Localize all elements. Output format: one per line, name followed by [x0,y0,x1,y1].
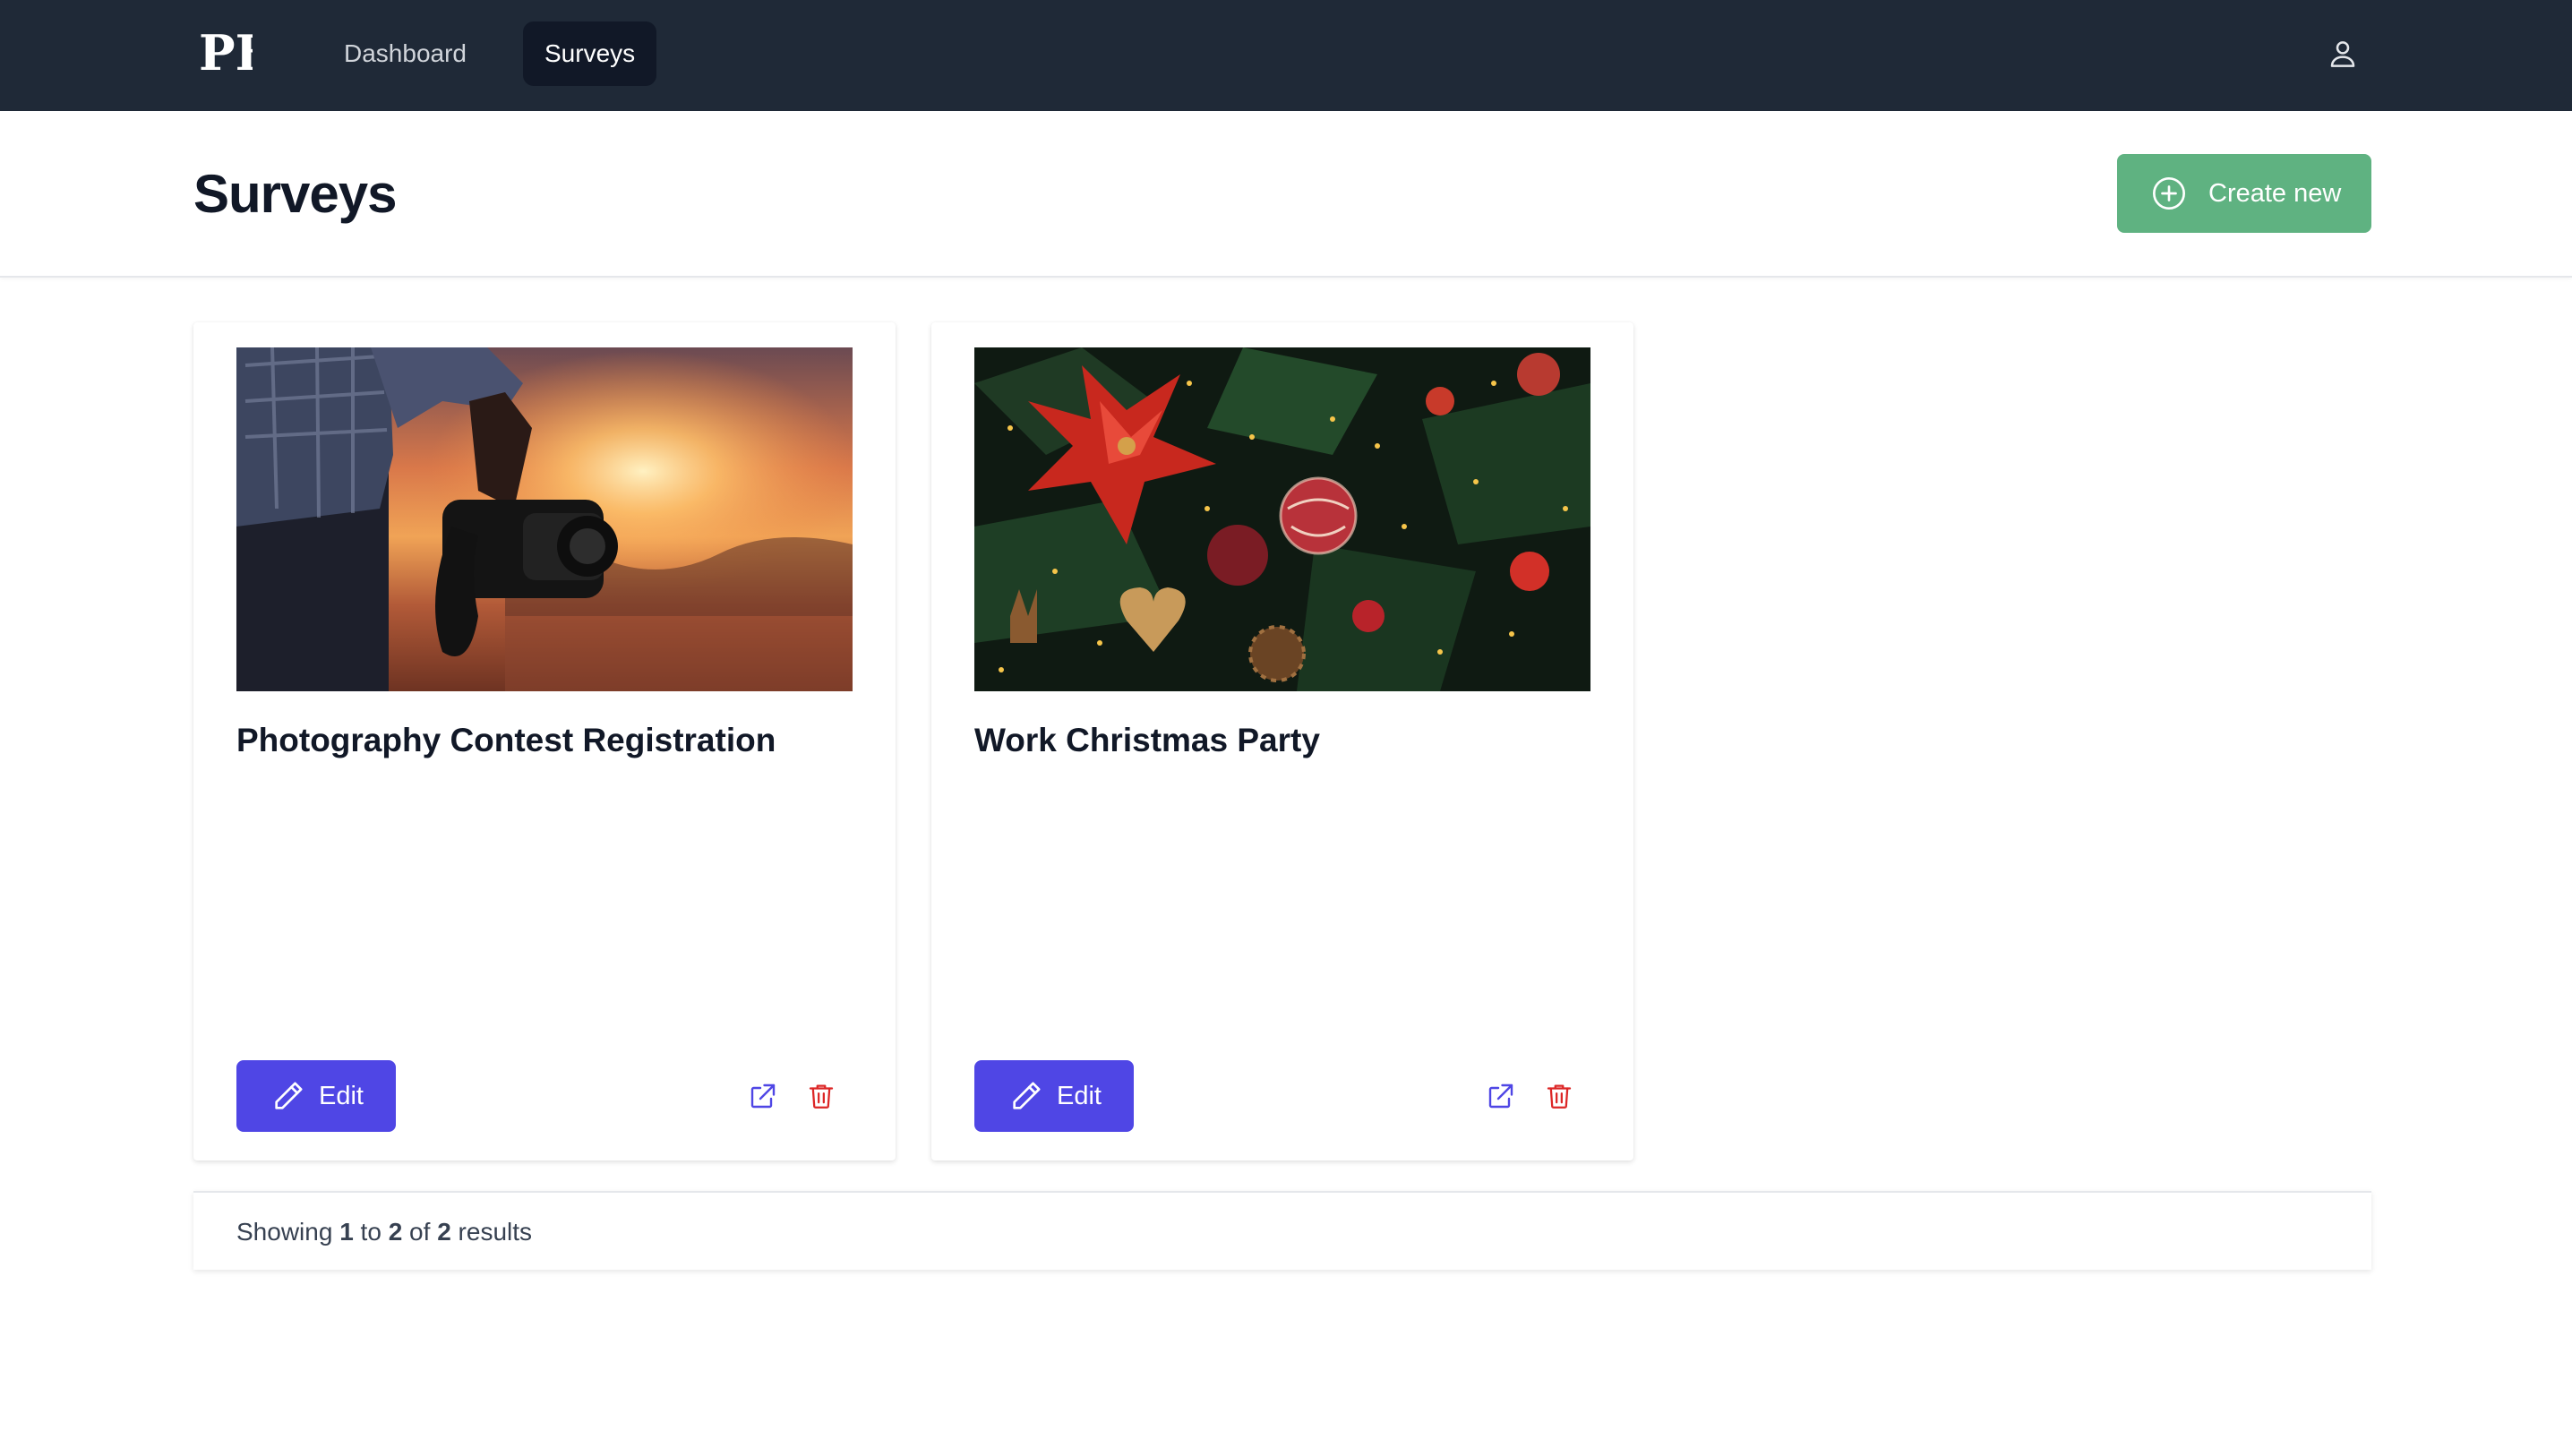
survey-image-photography [236,347,853,691]
page-header: Surveys Create new [0,111,2572,278]
page-title: Surveys [193,164,397,224]
pencil-icon [1013,1082,1041,1109]
survey-card: Photography Contest Registration Edit [193,322,896,1161]
of-word: of [409,1218,431,1246]
showing-prefix: Showing [236,1218,333,1246]
svg-text:PF: PF [199,25,253,81]
nav-surveys[interactable]: Surveys [523,21,657,86]
create-new-label: Create new [2208,179,2342,208]
external-link-icon[interactable] [1485,1080,1517,1112]
survey-card: Work Christmas Party Edit [931,322,1633,1161]
pencil-icon [275,1082,303,1109]
survey-image-christmas [974,347,1590,691]
edit-label: Edit [319,1082,364,1110]
external-link-icon[interactable] [747,1080,779,1112]
top-nav: PF Dashboard Surveys [0,0,2572,111]
trash-icon[interactable] [1544,1080,1574,1112]
edit-button[interactable]: Edit [236,1060,396,1132]
survey-title[interactable]: Photography Contest Registration [236,722,776,759]
survey-title[interactable]: Work Christmas Party [974,722,1320,759]
plus-circle-icon [2153,177,2185,210]
create-new-button[interactable]: Create new [2117,154,2371,233]
edit-button[interactable]: Edit [974,1060,1134,1132]
trash-icon[interactable] [806,1080,836,1112]
pagination-summary: Showing 1 to 2 of 2 results [193,1191,2371,1270]
total-results: 2 [437,1218,451,1246]
logo-icon[interactable]: PF [195,24,270,82]
user-icon[interactable] [2325,36,2361,72]
to-word: to [360,1218,382,1246]
range-from: 1 [339,1218,354,1246]
nav-dashboard[interactable]: Dashboard [322,21,488,86]
results-suffix: results [458,1218,533,1246]
range-to: 2 [388,1218,403,1246]
edit-label: Edit [1057,1082,1102,1110]
results-count-text: Showing 1 to 2 of 2 results [236,1193,532,1272]
